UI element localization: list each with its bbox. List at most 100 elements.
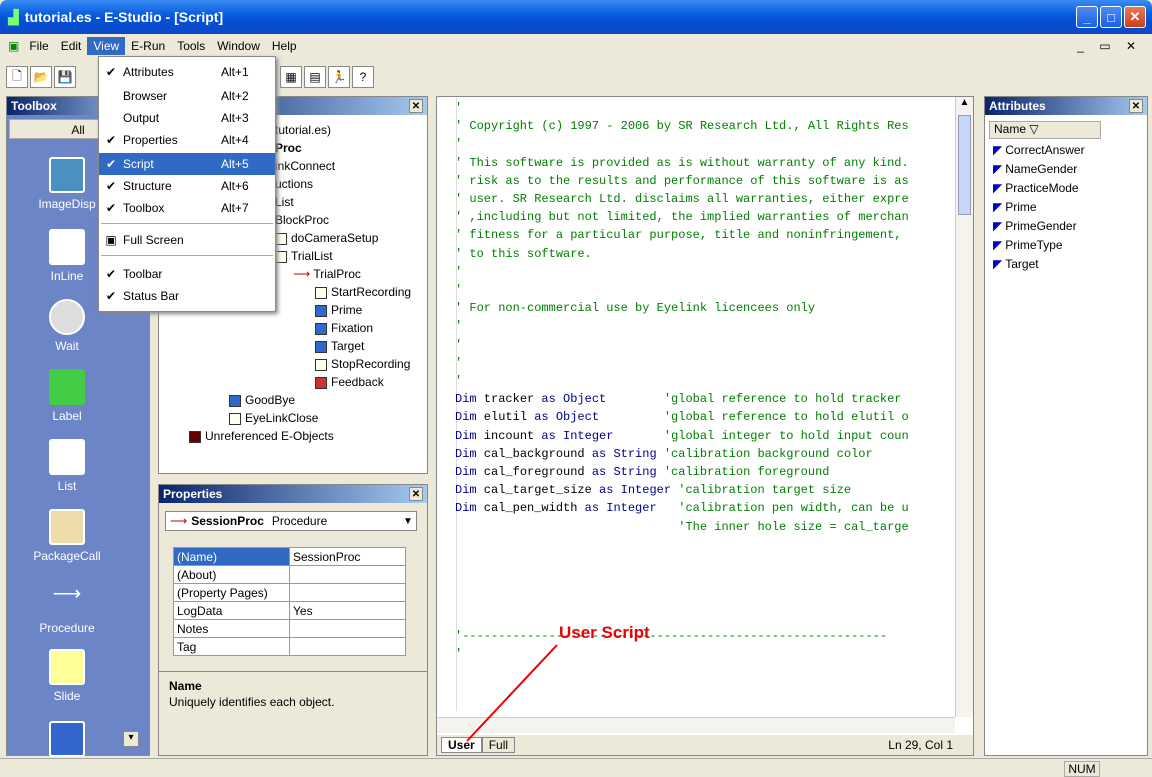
menu-item-browser[interactable]: Browser Alt+2 bbox=[99, 85, 275, 107]
prop-value[interactable] bbox=[289, 565, 406, 584]
tool-slide[interactable]: Slide bbox=[7, 649, 127, 703]
pen-icon: ◤ bbox=[993, 219, 1003, 233]
attribute-item[interactable]: ◤ PracticeMode bbox=[993, 181, 1079, 195]
tree-root[interactable]: tutorial.es) bbox=[275, 123, 331, 137]
tree-node[interactable]: Fixation bbox=[315, 321, 373, 335]
tree-node[interactable]: GoodBye bbox=[229, 393, 295, 407]
menu-item-label: Browser bbox=[123, 89, 168, 103]
menu-edit[interactable]: Edit bbox=[55, 37, 88, 55]
attribute-item[interactable]: ◤ PrimeGender bbox=[993, 219, 1077, 233]
attribute-item[interactable]: ◤ Target bbox=[993, 257, 1039, 271]
table-row[interactable]: Notes bbox=[173, 619, 406, 638]
menu-item-full-screen[interactable]: ▣ Full Screen bbox=[99, 229, 275, 251]
tree-node[interactable]: uctions bbox=[275, 177, 313, 191]
close-icon[interactable]: ✕ bbox=[409, 487, 423, 501]
code-token: 'global reference to hold tracker bbox=[606, 392, 902, 407]
menu-erun[interactable]: E-Run bbox=[125, 37, 171, 55]
checkmark-icon: ✔ bbox=[105, 201, 117, 215]
text-display-icon bbox=[229, 394, 241, 407]
tree-node[interactable]: Feedback bbox=[315, 375, 384, 389]
close-icon[interactable]: ✕ bbox=[409, 99, 423, 113]
menu-item-attributes[interactable]: ✔ Attributes Alt+1 bbox=[99, 61, 275, 83]
maximize-button[interactable]: □ bbox=[1100, 6, 1122, 28]
menu-item-toolbar[interactable]: ✔ Toolbar bbox=[99, 263, 275, 285]
scroll-up-icon[interactable]: ▲ bbox=[956, 97, 973, 113]
table-row[interactable]: Tag bbox=[173, 637, 406, 656]
save-icon[interactable]: 💾 bbox=[54, 66, 76, 88]
prop-value[interactable] bbox=[289, 583, 406, 602]
new-icon[interactable]: 🗋 bbox=[6, 66, 28, 88]
tool-feedback[interactable] bbox=[7, 721, 127, 761]
close-icon[interactable]: ✕ bbox=[1129, 99, 1143, 113]
open-icon[interactable]: 📂 bbox=[30, 66, 52, 88]
menu-tools[interactable]: Tools bbox=[171, 37, 211, 55]
menu-item-script[interactable]: ✔ Script Alt+5 bbox=[99, 153, 275, 175]
table-row[interactable]: (Property Pages) bbox=[173, 583, 406, 602]
tree-node[interactable]: Target bbox=[315, 339, 364, 353]
gutter bbox=[437, 97, 457, 711]
menu-item-label: Status Bar bbox=[123, 289, 180, 303]
tool-label-item[interactable]: Label bbox=[7, 369, 127, 423]
menu-item-structure[interactable]: ✔ Structure Alt+6 bbox=[99, 175, 275, 197]
horizontal-scrollbar[interactable] bbox=[437, 717, 955, 733]
tree-node[interactable]: Proc bbox=[275, 141, 302, 155]
tool-procedure[interactable]: ⟶ Procedure bbox=[7, 581, 127, 635]
tree-node[interactable]: StopRecording bbox=[315, 357, 410, 371]
minimize-button[interactable]: _ bbox=[1076, 6, 1098, 28]
menu-item-status-bar[interactable]: ✔ Status Bar bbox=[99, 285, 275, 307]
menu-window[interactable]: Window bbox=[211, 37, 266, 55]
vertical-scrollbar[interactable]: ▲ bbox=[955, 97, 973, 717]
menu-item-properties[interactable]: ✔ Properties Alt+4 bbox=[99, 129, 275, 151]
tool-list[interactable]: List bbox=[7, 439, 127, 493]
tree-node[interactable]: TrialList bbox=[275, 249, 333, 263]
prop-value[interactable]: SessionProc bbox=[289, 547, 406, 566]
menu-file[interactable]: File bbox=[23, 37, 54, 55]
table-row[interactable]: LogData Yes bbox=[173, 601, 406, 620]
table-row[interactable]: (Name) SessionProc bbox=[173, 547, 406, 566]
tree-node[interactable]: StartRecording bbox=[315, 285, 411, 299]
close-button[interactable]: ✕ bbox=[1124, 6, 1146, 28]
tree-node[interactable]: inkConnect bbox=[275, 159, 335, 173]
menu-item-output[interactable]: Output Alt+3 bbox=[99, 107, 275, 129]
properties-icon[interactable]: ▦ bbox=[280, 66, 302, 88]
generate-icon[interactable]: ▤ bbox=[304, 66, 326, 88]
tool-label: ImageDisp bbox=[38, 197, 96, 211]
table-row[interactable]: (About) bbox=[173, 565, 406, 584]
toolbox-scroll-down[interactable]: ▾ bbox=[123, 731, 139, 747]
attributes-header: Attributes ✕ bbox=[985, 97, 1147, 115]
prop-key: Tag bbox=[173, 637, 290, 656]
chevron-down-icon[interactable]: ▼ bbox=[400, 516, 416, 527]
tree-label: doCameraSetup bbox=[291, 231, 379, 245]
attribute-item[interactable]: ◤ NameGender bbox=[993, 162, 1077, 176]
object-selector[interactable]: ⟶ SessionProc Procedure ▼ bbox=[165, 511, 417, 531]
attribute-item[interactable]: ◤ Prime bbox=[993, 200, 1037, 214]
tool-packagecall[interactable]: PackageCall bbox=[7, 509, 127, 563]
script-editor[interactable]: ' ' Copyright (c) 1997 - 2006 by SR Resea… bbox=[436, 96, 974, 756]
tree-node[interactable]: doCameraSetup bbox=[275, 231, 378, 245]
column-header-name[interactable]: Name ▽ bbox=[989, 121, 1101, 139]
scroll-thumb[interactable] bbox=[958, 115, 971, 215]
menu-help[interactable]: Help bbox=[266, 37, 303, 55]
tree-node[interactable]: Unreferenced E-Objects bbox=[189, 429, 334, 443]
run-icon[interactable]: 🏃 bbox=[328, 66, 350, 88]
attribute-item[interactable]: ◤ CorrectAnswer bbox=[993, 143, 1085, 157]
tab-full[interactable]: Full bbox=[481, 737, 516, 753]
menu-item-label: Properties bbox=[123, 133, 178, 147]
attribute-item[interactable]: ◤ PrimeType bbox=[993, 238, 1063, 252]
help-icon[interactable]: ? bbox=[352, 66, 374, 88]
code-token: Dim bbox=[455, 392, 477, 407]
tree-node[interactable]: Prime bbox=[315, 303, 362, 317]
menu-item-toolbox[interactable]: ✔ Toolbox Alt+7 bbox=[99, 197, 275, 219]
menu-view[interactable]: View bbox=[87, 37, 126, 55]
prop-value[interactable]: Yes bbox=[289, 601, 406, 620]
pen-icon: ◤ bbox=[993, 238, 1003, 252]
tab-user[interactable]: User bbox=[441, 737, 482, 753]
tree-node[interactable]: BlockProc bbox=[275, 213, 329, 227]
code-token: Integer bbox=[606, 501, 657, 516]
tree-node[interactable]: EyeLinkClose bbox=[229, 411, 318, 425]
prop-value[interactable] bbox=[289, 619, 406, 638]
mdi-controls[interactable]: _ ▭ ✕ bbox=[1077, 39, 1142, 53]
tree-node[interactable]: ⟶ TrialProc bbox=[293, 267, 361, 281]
prop-value[interactable] bbox=[289, 637, 406, 656]
tree-node[interactable]: List bbox=[275, 195, 294, 209]
